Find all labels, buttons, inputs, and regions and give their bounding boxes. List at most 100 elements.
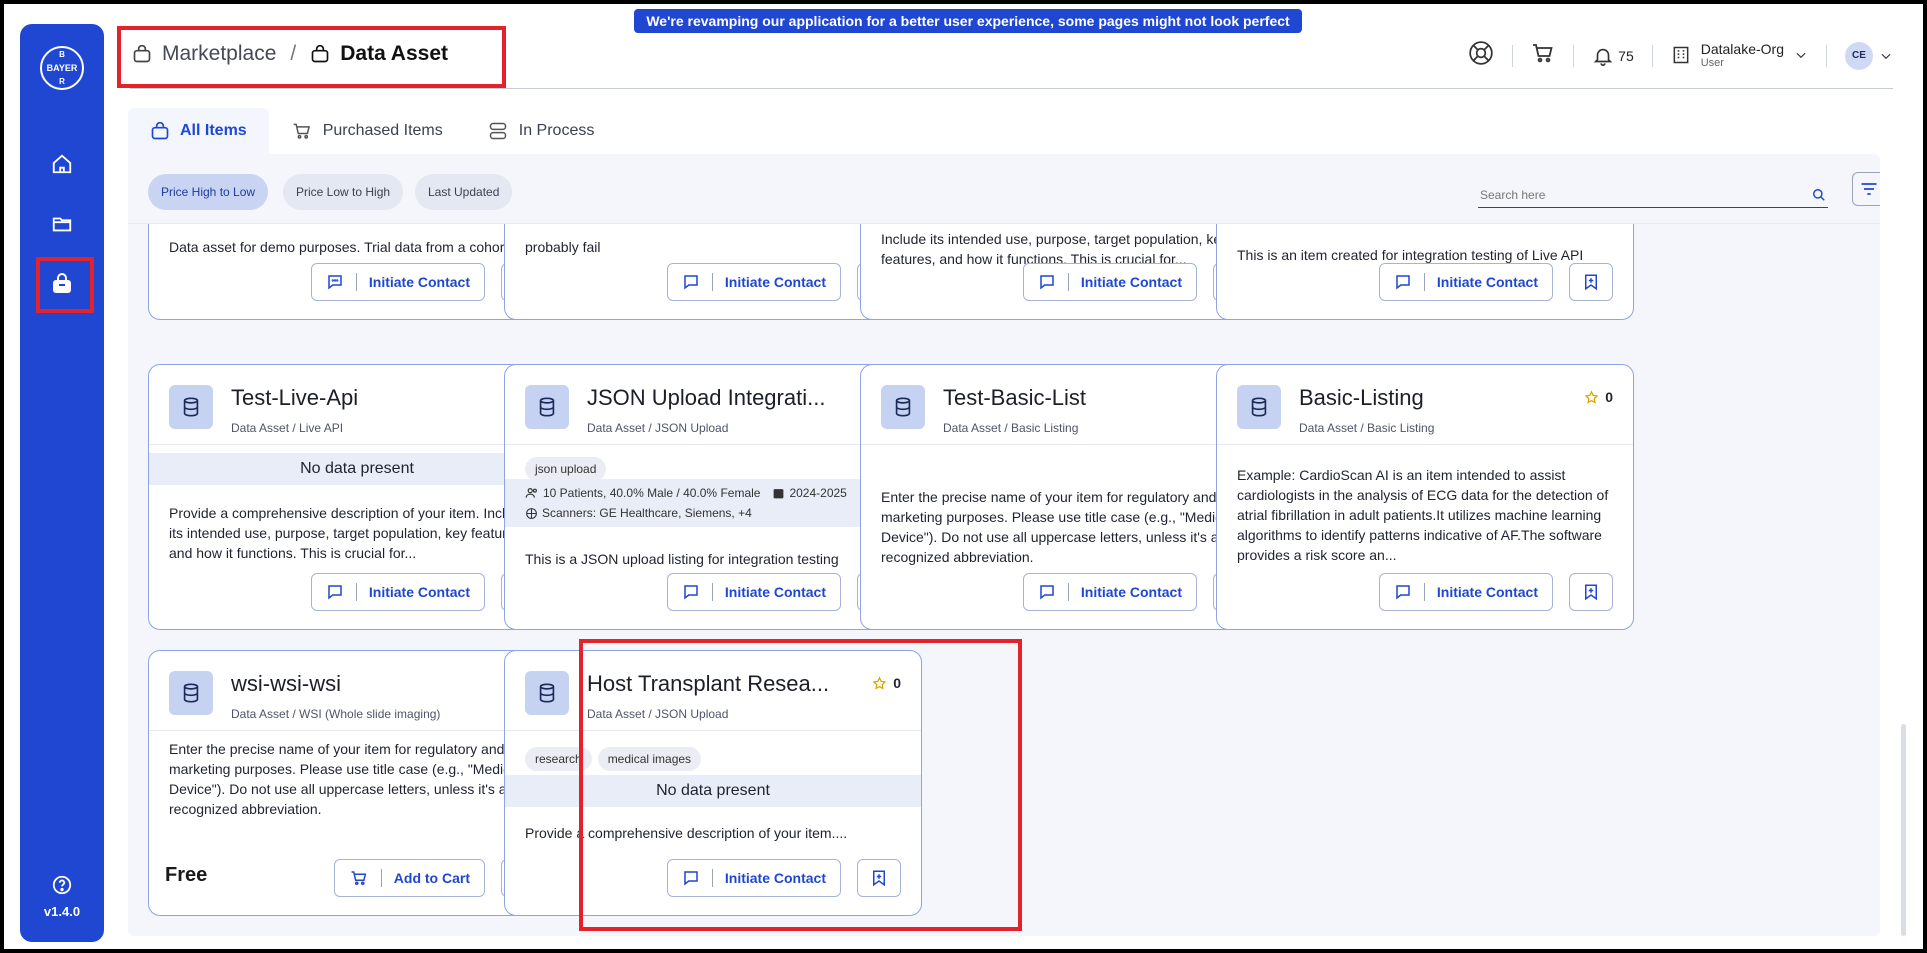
- notifications-count: 75: [1618, 47, 1634, 64]
- toolbar: Price High to Low Price Low to High Last…: [128, 154, 1880, 224]
- help-icon[interactable]: [47, 870, 77, 900]
- bookmark-button[interactable]: [1569, 263, 1613, 301]
- initiate-contact-button[interactable]: Initiate Contact: [1378, 573, 1553, 611]
- chevron-down-icon: [1881, 53, 1891, 59]
- card-actions: Initiate Contact: [1378, 573, 1613, 611]
- org-switcher[interactable]: Datalake-Org User: [1671, 40, 1808, 69]
- asset-card[interactable]: This is an item created for integration …: [1216, 224, 1634, 320]
- button-label: Initiate Contact: [724, 870, 826, 886]
- divider: [1651, 44, 1653, 67]
- filter-button[interactable]: [1852, 172, 1880, 206]
- notifications-button[interactable]: 75: [1592, 45, 1634, 67]
- bookmark-button[interactable]: [857, 859, 901, 897]
- price: Free: [165, 864, 208, 886]
- tab-in-process[interactable]: In Process: [465, 108, 617, 154]
- initiate-contact-button[interactable]: Initiate Contact: [666, 859, 841, 897]
- announcement-banner: We're revamping our application for a be…: [634, 9, 1302, 53]
- cart-icon[interactable]: [1531, 41, 1555, 70]
- card-description: This is a JSON upload listing for integr…: [525, 551, 839, 567]
- card-description: probably fail: [525, 239, 601, 255]
- breadcrumb: Marketplace / Data Asset: [132, 42, 448, 66]
- calendar-icon: [774, 488, 784, 498]
- initiate-contact-button[interactable]: Initiate Contact: [1022, 263, 1197, 301]
- chat-icon: [1040, 275, 1054, 290]
- card-description: This is an item created for integration …: [1237, 247, 1584, 263]
- dataset-meta: 10 Patients, 40.0% Male / 40.0% Female 2…: [505, 479, 921, 527]
- logo-letter-bottom: R: [59, 77, 65, 86]
- divider: [1826, 44, 1827, 67]
- scanners-info: Scanners: GE Healthcare, Siemens, +4: [542, 506, 752, 520]
- card-actions: Initiate Contact: [666, 859, 901, 897]
- bayer-logo[interactable]: B BAYER R: [40, 46, 84, 90]
- initiate-contact-button[interactable]: Initiate Contact: [666, 573, 841, 611]
- asset-card[interactable]: Basic-Listing Data Asset / Basic Listing…: [1216, 364, 1634, 630]
- rating-value: 0: [1605, 389, 1613, 405]
- rating-value: 0: [893, 675, 901, 691]
- tab-all-items[interactable]: All Items: [128, 108, 269, 154]
- bookmark-add-icon: [1585, 584, 1597, 601]
- logo-text: BAYER: [46, 63, 78, 73]
- marketplace-bag-icon[interactable]: [47, 269, 77, 299]
- filter-icon: [1861, 183, 1877, 195]
- org-name: Datalake-Org: [1700, 40, 1784, 57]
- divider: [1512, 44, 1514, 67]
- initiate-contact-button[interactable]: Initiate Contact: [310, 573, 485, 611]
- chat-icon: [684, 275, 698, 290]
- bookmark-button[interactable]: [1569, 573, 1613, 611]
- chat-icon: [1040, 585, 1054, 600]
- tag: medical images: [597, 747, 702, 771]
- divider: [1573, 44, 1575, 67]
- sort-price-high-low[interactable]: Price High to Low: [148, 174, 269, 210]
- chat-icon: [328, 585, 342, 600]
- database-icon: [1237, 385, 1281, 429]
- home-icon[interactable]: [47, 149, 77, 179]
- card-subtitle: Data Asset / JSON Upload: [587, 707, 729, 721]
- patients-icon: [525, 488, 537, 498]
- header-divider: [130, 88, 1893, 89]
- breadcrumb-marketplace[interactable]: Marketplace: [162, 42, 276, 66]
- card-title[interactable]: wsi-wsi-wsi: [231, 671, 521, 697]
- building-icon: [1673, 47, 1689, 64]
- no-data-banner: No data present: [149, 453, 565, 485]
- card-subtitle: Data Asset / JSON Upload: [587, 421, 729, 435]
- chat-icon: [1396, 275, 1410, 290]
- chat-icon: [684, 871, 698, 886]
- card-description: Provide a comprehensive description of y…: [525, 825, 848, 841]
- support-icon[interactable]: [1468, 40, 1494, 71]
- user-menu[interactable]: CE: [1845, 41, 1893, 70]
- data-asset-bag-icon: [311, 44, 329, 63]
- initiate-contact-button[interactable]: Initiate Contact: [1378, 263, 1553, 301]
- app-version: v1.4.0: [43, 904, 81, 919]
- tab-label: In Process: [518, 122, 595, 139]
- sort-price-low-high[interactable]: Price Low to High: [283, 174, 404, 210]
- card-title[interactable]: Basic-Listing: [1299, 385, 1589, 411]
- tab-purchased-items[interactable]: Purchased Items: [269, 108, 465, 154]
- marketplace-content: Price High to Low Price Low to High Last…: [128, 154, 1880, 936]
- sort-last-updated[interactable]: Last Updated: [415, 174, 513, 210]
- button-label: Initiate Contact: [368, 584, 470, 600]
- search-icon[interactable]: [1812, 188, 1826, 202]
- logo-letter-top: B: [59, 50, 65, 59]
- scrollbar[interactable]: [1901, 724, 1906, 936]
- card-title[interactable]: Host Transplant Resea...: [587, 671, 877, 697]
- no-data-banner: No data present: [505, 775, 921, 807]
- search-input[interactable]: Search here: [1478, 182, 1828, 208]
- asset-card[interactable]: Host Transplant Resea... Data Asset / JS…: [504, 650, 922, 916]
- initiate-contact-button[interactable]: Initiate Contact: [1022, 573, 1197, 611]
- card-actions: Initiate Contact: [1378, 263, 1613, 301]
- chat-icon: [328, 275, 342, 290]
- initiate-contact-button[interactable]: Initiate Contact: [666, 263, 841, 301]
- tag: research: [525, 747, 592, 771]
- card-title[interactable]: Test-Live-Api: [231, 385, 521, 411]
- card-subtitle: Data Asset / Live API: [231, 421, 344, 435]
- button-label: Initiate Contact: [1080, 584, 1182, 600]
- tag-list: json upload: [525, 457, 607, 481]
- initiate-contact-button[interactable]: Initiate Contact: [310, 263, 485, 301]
- marketplace-bag-icon: [133, 44, 151, 63]
- folder-icon[interactable]: [47, 209, 77, 239]
- add-to-cart-button[interactable]: Add to Cart: [333, 859, 485, 897]
- database-icon: [169, 385, 213, 429]
- card-title[interactable]: Test-Basic-List: [943, 385, 1233, 411]
- scanner-icon: [526, 507, 537, 519]
- card-title[interactable]: JSON Upload Integrati...: [587, 385, 877, 411]
